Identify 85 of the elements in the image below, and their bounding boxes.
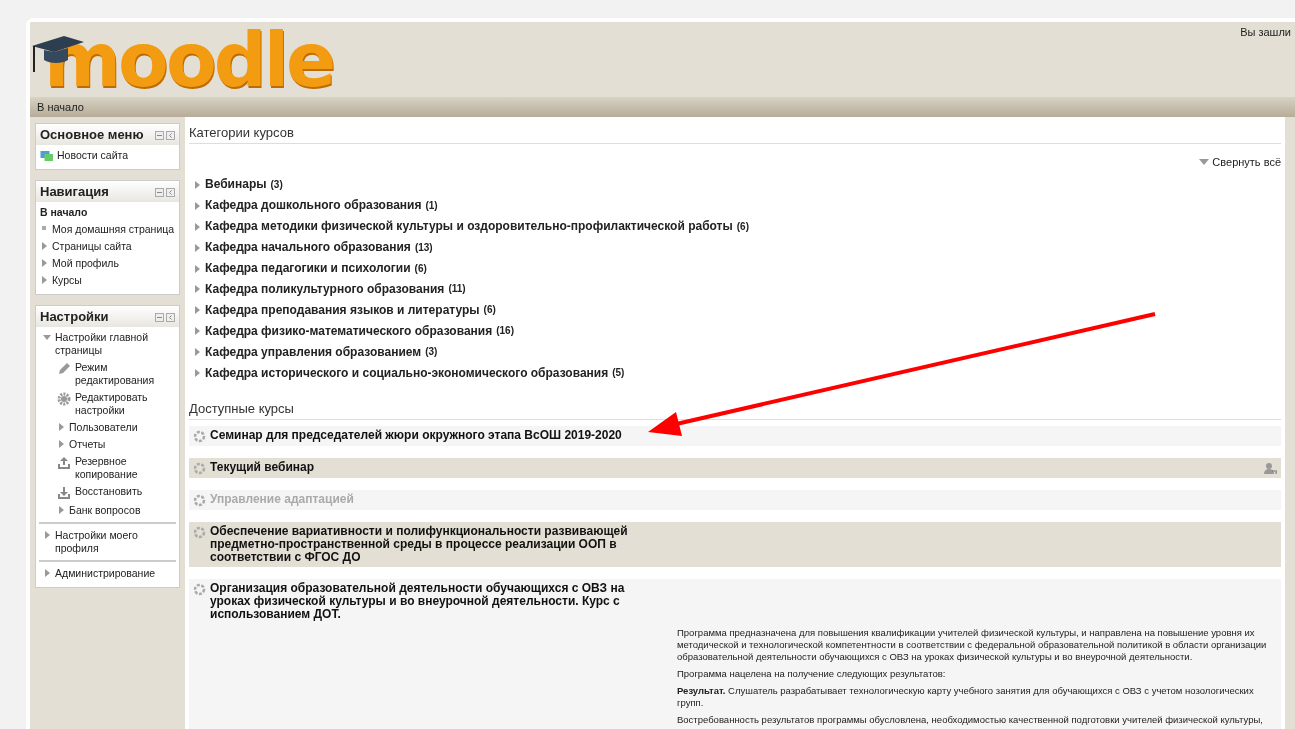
block-title: Навигация [40,184,109,199]
category-link[interactable]: Кафедра начального образования [205,240,411,255]
course-icon [193,494,206,508]
category-link[interactable]: Кафедра педагогики и психологии [205,261,411,276]
course-summary-text: Программа нацелена на получение следующих результатов: [677,668,947,681]
sidebar-item[interactable]: Банк вопросов [69,504,141,517]
block-title: Основное меню [40,127,144,142]
category-link[interactable]: Кафедра управления образованием [205,344,422,359]
chat-icon [40,150,53,162]
minimize-icon [155,187,164,197]
course-icon [193,430,206,444]
category-link[interactable]: Кафедра методики физической культуры и оздоровительно-профилактической работы [205,219,733,234]
category-link[interactable]: Кафедра преподавания языков и литературы [205,302,480,317]
sidebar-item[interactable]: Настройки моего профиля [55,529,176,555]
course-count: (3) [270,178,283,190]
caret-right-icon [193,242,201,253]
sidebar-item[interactable]: Новости сайта [57,149,129,162]
caret-right-icon [193,284,201,295]
course-count: (11) [448,283,466,295]
gear-icon [57,392,71,406]
download-icon [57,486,71,500]
sidebar-item[interactable]: Восстановить [75,485,143,498]
sidebar-item[interactable]: Редактировать настройки [75,391,176,417]
user-key-icon [1264,462,1277,476]
caret-right-icon [43,530,51,540]
sidebar-item[interactable]: Отчеты [69,438,106,451]
pencil-icon [57,362,71,376]
caret-right-icon [193,368,201,379]
sidebar-item[interactable]: Страницы сайта [52,240,132,253]
dock-icon [166,312,175,322]
sidebar-item[interactable]: Режим редактирования [75,361,176,387]
course-count: (3) [425,346,438,358]
caret-right-icon [193,200,201,211]
section-heading: Категории курсов [189,121,1281,144]
caret-right-icon [193,221,201,232]
course-summary-text: Востребованность результатов программы обусловлена, необходимостью качественной подготовки учителей физической культуры, [677,714,1264,727]
sidebar-item[interactable]: Пользователи [69,421,138,434]
course-icon [193,583,206,597]
sidebar-item[interactable]: Администрирование [55,567,156,580]
caret-right-icon [193,305,201,316]
course-count: (1) [425,199,438,211]
sidebar-item[interactable]: Мой профиль [52,257,119,270]
category-link[interactable]: Кафедра поликультурного образования [205,282,445,296]
sidebar-item[interactable]: Настройки главной страницы [55,331,176,357]
caret-down-icon [43,332,51,342]
course-summary-text: Результат. Слушатель разрабатывает технологическую карту учебного занятия для обучающихся с ОВЗ с учетом нозологических групп. [677,685,1255,710]
minimize-icon [155,130,164,140]
login-info: Вы зашли [1240,26,1291,38]
caret-right-icon [193,347,201,358]
minimize-icon [155,312,164,322]
course-link[interactable]: Текущий вебинар [210,461,315,475]
category-link[interactable]: Кафедра дошкольного образования [205,198,422,213]
course-count: (5) [612,367,625,379]
category-link[interactable]: Вебинары [205,177,267,192]
sidebar-item[interactable]: В начало [40,206,88,219]
course-count: (16) [496,325,514,337]
caret-right-icon [193,326,201,337]
course-count: (13) [414,241,433,253]
dock-icon [166,130,175,140]
course-icon [193,462,206,476]
caret-down-icon [1199,159,1210,165]
course-count: (6) [414,262,427,274]
course-count: (6) [483,304,496,316]
collapse-all-link[interactable]: Свернуть всё [1199,156,1281,168]
caret-right-icon [193,179,201,190]
sidebar-item[interactable]: Курсы [52,274,82,287]
upload-icon [57,456,71,470]
block-title: Настройки [40,309,109,324]
caret-right-icon [57,505,65,515]
category-link[interactable]: Кафедра физико-математического образования [205,323,493,338]
site-logo: moodle [30,22,334,97]
caret-right-icon [193,263,201,274]
sidebar-item[interactable]: Резервное копирование [75,455,176,481]
caret-right-icon [43,568,51,578]
section-heading: Доступные курсы [189,397,1281,421]
course-link[interactable]: Обеспечение вариативности и полифункциональности развивающей предметно-пространственной среды в процессе реализации ООП в соответствии с ФГОС ДО [210,525,650,565]
course-summary-text: Программа предназначена для повышения квалификации учителей физической культуры, и направлена на повышение уровня их методической и технологической компетентности в соответствии с федеральной образовательной политикой в области организации образовательной деятельности обучающихся с ОВЗ на уроках физической культуры и во внеурочной деятельности. [677,627,1268,664]
course-link[interactable]: Семинар для председателей жюри окружного этапа ВсОШ 2019-2020 [210,429,622,443]
course-count: (6) [736,220,749,232]
course-icon [193,526,206,540]
breadcrumb-link[interactable]: В начало [37,101,84,113]
course-link[interactable]: Организация образовательной деятельности обучающихся с ОВЗ на уроках физической культуры и во внеурочной деятельности. Курс с использованием ДОТ. [210,582,650,622]
dock-icon [166,187,175,197]
category-link[interactable]: Кафедра исторического и социально-экономического образования [205,365,609,380]
sidebar-item[interactable]: Моя домашняя страница [52,223,175,236]
